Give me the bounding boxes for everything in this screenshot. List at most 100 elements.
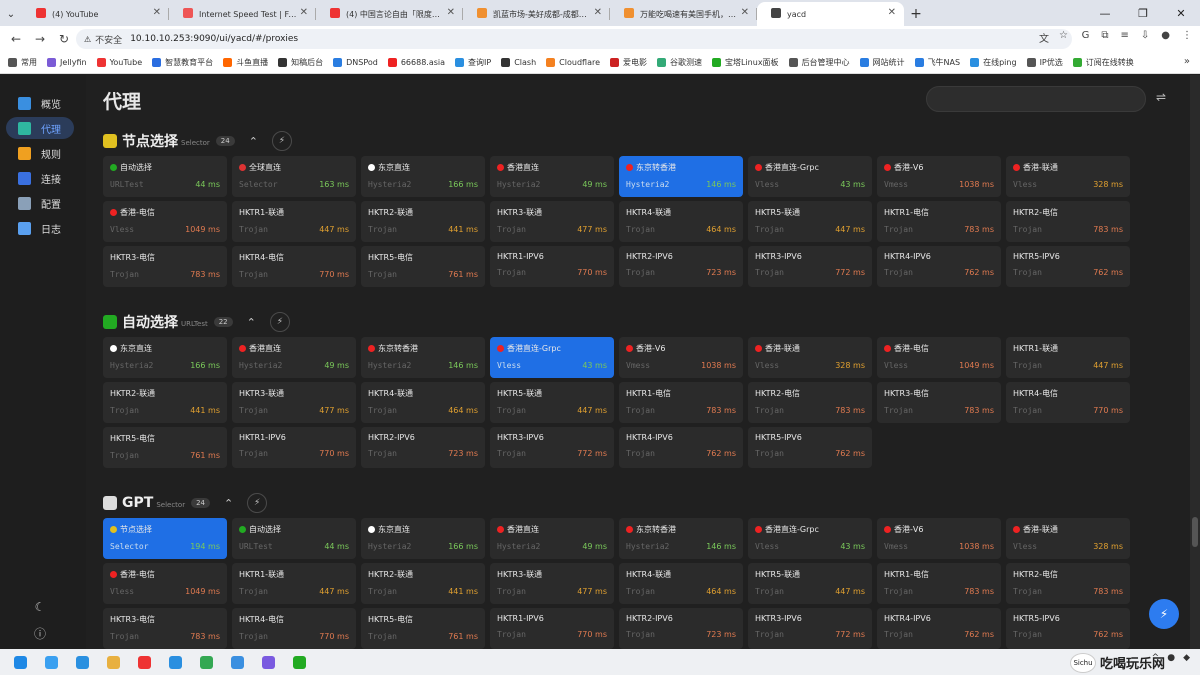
- collapse-chevron-icon[interactable]: ⌃: [249, 135, 258, 148]
- proxy-card[interactable]: HKTR1-IPV6 Trojan 770 ms: [232, 427, 356, 468]
- proxy-delay[interactable]: 44 ms: [195, 180, 220, 189]
- url-bar[interactable]: ⚠ 不安全 10.10.10.253:9090/ui/yacd/#/proxie…: [76, 29, 1072, 49]
- reload-icon[interactable]: ↻: [52, 32, 76, 46]
- proxy-delay[interactable]: 783 ms: [835, 406, 865, 415]
- bookmark-item[interactable]: 查询IP: [455, 57, 491, 68]
- collapse-chevron-icon[interactable]: ⌃: [247, 316, 256, 329]
- taskbar-app-icon[interactable]: [133, 653, 155, 671]
- group-latency-test-button[interactable]: ⚡: [247, 493, 268, 513]
- taskbar-app-icon[interactable]: [195, 653, 217, 671]
- proxy-card[interactable]: HKTR1-电信 Trojan 783 ms: [877, 201, 1001, 242]
- proxy-delay[interactable]: 772 ms: [835, 268, 865, 277]
- bookmark-item[interactable]: IP优选: [1026, 57, 1063, 68]
- proxy-delay[interactable]: 1049 ms: [185, 225, 220, 234]
- proxy-delay[interactable]: 783 ms: [964, 587, 994, 596]
- sidebar-item[interactable]: 日志: [6, 217, 74, 239]
- taskbar-app-icon[interactable]: [288, 653, 310, 671]
- sidebar-item[interactable]: 配置: [6, 192, 74, 214]
- proxy-card[interactable]: 香港-V6 Vmess 1038 ms: [619, 337, 743, 378]
- proxy-card[interactable]: 东京直连 Hysteria2 166 ms: [361, 156, 485, 197]
- sidebar-item[interactable]: 代理: [6, 117, 74, 139]
- proxy-card[interactable]: 香港-V6 Vmess 1038 ms: [877, 156, 1001, 197]
- proxy-card[interactable]: HKTR3-IPV6 Trojan 772 ms: [748, 246, 872, 287]
- tab-close-icon[interactable]: ✕: [447, 7, 455, 18]
- maximize-icon[interactable]: ❐: [1124, 0, 1162, 26]
- tab-close-icon[interactable]: ✕: [153, 7, 161, 18]
- proxy-card[interactable]: HKTR4-电信 Trojan 770 ms: [232, 608, 356, 649]
- group-latency-test-button[interactable]: ⚡: [271, 131, 292, 151]
- proxy-card[interactable]: HKTR4-联通 Trojan 464 ms: [619, 201, 743, 242]
- proxy-delay[interactable]: 447 ms: [577, 406, 607, 415]
- proxy-card[interactable]: 香港-电信 Vless 1049 ms: [877, 337, 1001, 378]
- bookmark-item[interactable]: 宝塔Linux面板: [712, 57, 779, 68]
- info-icon[interactable]: ⓘ: [33, 625, 47, 641]
- proxy-card[interactable]: 东京直连 Hysteria2 166 ms: [361, 518, 485, 559]
- proxy-card[interactable]: HKTR4-电信 Trojan 770 ms: [232, 246, 356, 287]
- proxy-card[interactable]: 香港直连 Hysteria2 49 ms: [490, 156, 614, 197]
- forward-icon[interactable]: →: [28, 32, 52, 46]
- group-latency-test-button[interactable]: ⚡: [269, 312, 290, 332]
- proxy-card[interactable]: HKTR5-IPV6 Trojan 762 ms: [1006, 608, 1130, 649]
- proxy-card[interactable]: HKTR5-电信 Trojan 761 ms: [361, 246, 485, 287]
- extensions-icon[interactable]: ⧉: [1101, 30, 1108, 41]
- proxy-delay[interactable]: 447 ms: [319, 225, 349, 234]
- proxy-card[interactable]: 香港-联通 Vless 328 ms: [1006, 156, 1130, 197]
- proxy-card[interactable]: HKTR2-联通 Trojan 441 ms: [361, 201, 485, 242]
- proxy-delay[interactable]: 477 ms: [319, 406, 349, 415]
- minimize-icon[interactable]: —: [1086, 0, 1124, 26]
- bookmark-item[interactable]: 后台管理中心: [788, 57, 850, 68]
- latency-test-bolt-icon[interactable]: ⚡: [1149, 599, 1179, 629]
- tab-close-icon[interactable]: ✕: [741, 7, 749, 18]
- proxy-delay[interactable]: 49 ms: [582, 180, 607, 189]
- back-icon[interactable]: ←: [4, 32, 28, 46]
- proxy-card[interactable]: HKTR4-联通 Trojan 464 ms: [619, 563, 743, 604]
- proxy-card[interactable]: HKTR1-联通 Trojan 447 ms: [232, 201, 356, 242]
- proxy-delay[interactable]: 762 ms: [835, 449, 865, 458]
- bookmark-item[interactable]: 常用: [8, 57, 37, 68]
- theme-moon-icon[interactable]: ☾: [33, 600, 47, 614]
- proxy-card[interactable]: HKTR2-IPV6 Trojan 723 ms: [619, 246, 743, 287]
- proxy-card[interactable]: 香港直连 Hysteria2 49 ms: [232, 337, 356, 378]
- proxy-card[interactable]: HKTR3-电信 Trojan 783 ms: [877, 382, 1001, 423]
- proxy-card[interactable]: 香港直连-Grpc Vless 43 ms: [748, 518, 872, 559]
- taskbar-app-icon[interactable]: [9, 653, 31, 671]
- proxy-card[interactable]: HKTR1-联通 Trojan 447 ms: [232, 563, 356, 604]
- proxy-card[interactable]: HKTR3-电信 Trojan 783 ms: [103, 608, 227, 649]
- bookmark-item[interactable]: 斗鱼直播: [223, 57, 268, 68]
- proxy-delay[interactable]: 464 ms: [706, 587, 736, 596]
- profile-avatar-icon[interactable]: ●: [1161, 30, 1170, 41]
- proxy-card[interactable]: HKTR1-IPV6 Trojan 770 ms: [490, 608, 614, 649]
- proxy-card[interactable]: 自动选择 URLTest 44 ms: [232, 518, 356, 559]
- proxy-delay[interactable]: 464 ms: [448, 406, 478, 415]
- proxy-card[interactable]: 东京转香港 Hysteria2 146 ms: [361, 337, 485, 378]
- close-window-icon[interactable]: ✕: [1162, 0, 1200, 26]
- proxy-card[interactable]: HKTR5-联通 Trojan 447 ms: [748, 563, 872, 604]
- browser-tab[interactable]: yacd ✕: [757, 2, 904, 26]
- tab-list-icon[interactable]: ≡: [1120, 30, 1128, 41]
- proxy-delay[interactable]: 1049 ms: [185, 587, 220, 596]
- proxy-card[interactable]: HKTR3-联通 Trojan 477 ms: [490, 563, 614, 604]
- proxy-card[interactable]: HKTR2-联通 Trojan 441 ms: [361, 563, 485, 604]
- proxy-delay[interactable]: 770 ms: [577, 630, 607, 639]
- proxy-card[interactable]: HKTR3-IPV6 Trojan 772 ms: [748, 608, 872, 649]
- proxy-delay[interactable]: 783 ms: [1093, 587, 1123, 596]
- bookmark-item[interactable]: YouTube: [96, 57, 142, 68]
- proxy-delay[interactable]: 441 ms: [448, 225, 478, 234]
- bookmark-item[interactable]: 66688.asia: [387, 57, 445, 68]
- proxy-delay[interactable]: 166 ms: [190, 361, 220, 370]
- proxy-delay[interactable]: 49 ms: [582, 542, 607, 551]
- proxy-card[interactable]: 香港-电信 Vless 1049 ms: [103, 201, 227, 242]
- translate-icon[interactable]: 文: [1039, 30, 1049, 45]
- collapse-chevron-icon[interactable]: ⌃: [224, 497, 233, 510]
- proxy-delay[interactable]: 770 ms: [319, 449, 349, 458]
- warning-icon[interactable]: ⚠: [84, 35, 91, 44]
- proxy-card[interactable]: 节点选择 Selector 194 ms: [103, 518, 227, 559]
- proxy-delay[interactable]: 146 ms: [448, 361, 478, 370]
- proxy-delay[interactable]: 328 ms: [835, 361, 865, 370]
- proxy-delay[interactable]: 723 ms: [448, 449, 478, 458]
- proxy-card[interactable]: HKTR3-联通 Trojan 477 ms: [232, 382, 356, 423]
- proxy-delay[interactable]: 772 ms: [577, 449, 607, 458]
- proxy-delay[interactable]: 762 ms: [1093, 630, 1123, 639]
- proxy-card[interactable]: HKTR5-电信 Trojan 761 ms: [103, 427, 227, 468]
- bookmark-item[interactable]: 智慧教育平台: [152, 57, 213, 68]
